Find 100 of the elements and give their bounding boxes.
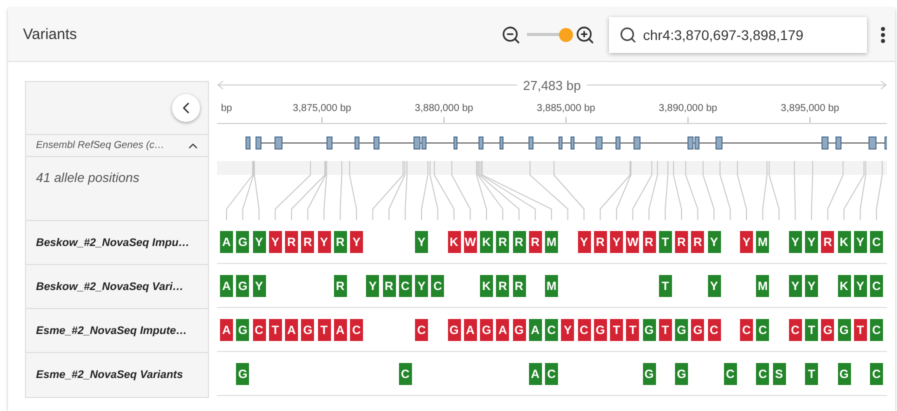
allele-cell: R xyxy=(691,230,704,252)
allele-cell: G xyxy=(838,318,850,340)
allele-cell: G xyxy=(642,362,656,384)
allele-cell: Y xyxy=(252,230,266,252)
allele-cell: R xyxy=(594,230,607,252)
more-menu-button[interactable] xyxy=(881,26,885,42)
allele-cell: Y xyxy=(740,230,753,252)
allele-cell: A xyxy=(220,274,233,296)
allele-cell: C xyxy=(545,362,558,384)
allele-cell: C xyxy=(398,274,412,296)
allele-cell: C xyxy=(545,318,558,340)
allele-cell: Y xyxy=(854,274,867,296)
panel-title: Variants xyxy=(23,26,78,43)
allele-cell: Y xyxy=(561,318,574,340)
allele-cell: G xyxy=(512,318,526,340)
allele-cell: R xyxy=(382,274,396,296)
allele-cell: R xyxy=(496,230,510,252)
slider-thumb[interactable] xyxy=(559,28,573,42)
allele-cell: A xyxy=(334,318,347,340)
allele-cell: A xyxy=(528,318,542,340)
allele-cell: G xyxy=(236,274,250,296)
allele-cell: R xyxy=(675,230,688,252)
allele-cell: C xyxy=(350,318,363,340)
allele-cell: C xyxy=(431,274,444,296)
allele-cell: C xyxy=(740,318,753,340)
allele-cell: Y xyxy=(268,230,282,252)
collapse-button[interactable] xyxy=(172,94,200,122)
allele-cell: K xyxy=(448,230,460,252)
allele-cell: G xyxy=(236,318,250,340)
allele-cell: R xyxy=(528,230,542,252)
allele-cell: T xyxy=(626,318,640,340)
allele-cell: K xyxy=(480,230,493,252)
allele-cell: R xyxy=(642,230,656,252)
allele-cell: Y xyxy=(805,230,818,252)
allele-cell: A xyxy=(496,318,510,340)
allele-cell: G xyxy=(642,318,656,340)
allele-cell: C xyxy=(870,318,883,340)
allele-cell: C xyxy=(756,318,770,340)
allele-cell: M xyxy=(545,274,558,296)
ruler-label: 3,885,000 bp xyxy=(536,103,596,114)
zoom-out-button[interactable] xyxy=(501,24,521,44)
allele-cell: Y xyxy=(788,274,802,296)
allele-cell: A xyxy=(220,318,233,340)
location-search-field[interactable]: chr4:3,870,697-3,898,179 xyxy=(609,16,867,52)
allele-cell: T xyxy=(658,274,672,296)
allele-cell: W xyxy=(464,230,477,252)
allele-cell: Y xyxy=(252,274,266,296)
allele-cell: S xyxy=(772,362,786,384)
allele-cell: C xyxy=(578,318,590,340)
allele-cell: G xyxy=(301,318,314,340)
allele-cell: T xyxy=(318,318,330,340)
allele-cell: T xyxy=(658,230,672,252)
allele-cell: Y xyxy=(805,274,818,296)
allele-cell: C xyxy=(788,318,802,340)
allele-cell: T xyxy=(854,318,867,340)
track-label: Ensembl RefSeq Genes (c… xyxy=(36,140,164,151)
allele-cell: M xyxy=(545,230,558,252)
allele-cell: Y xyxy=(854,230,867,252)
allele-cell: G xyxy=(448,318,460,340)
allele-cell: Y xyxy=(708,230,720,252)
allele-cell: G xyxy=(821,318,834,340)
allele-cell: R xyxy=(334,274,347,296)
allele-cell: K xyxy=(838,274,850,296)
ruler-label: bp xyxy=(221,103,232,114)
allele-cell: K xyxy=(838,230,850,252)
ruler-label: 3,890,000 bp xyxy=(658,103,718,114)
allele-cell: R xyxy=(285,230,298,252)
allele-cell: C xyxy=(415,318,428,340)
allele-cell: R xyxy=(512,230,526,252)
allele-cell: A xyxy=(285,318,298,340)
allele-cell: G xyxy=(838,362,850,384)
span-length-label: 27,483 bp xyxy=(523,78,581,92)
allele-cell: A xyxy=(528,362,542,384)
ruler-label: 3,875,000 bp xyxy=(292,103,352,114)
allele-cell: R xyxy=(821,230,834,252)
allele-cell: T xyxy=(658,318,672,340)
allele-cell: Y xyxy=(578,230,590,252)
allele-cell: G xyxy=(594,318,607,340)
search-icon xyxy=(619,26,637,44)
allele-cell: Y xyxy=(415,230,428,252)
allele-cell: C xyxy=(398,362,412,384)
allele-cell: R xyxy=(301,230,314,252)
allele-cell: Y xyxy=(350,230,363,252)
allele-cell: W xyxy=(626,230,640,252)
allele-cell: Y xyxy=(366,274,380,296)
zoom-in-button[interactable] xyxy=(575,24,595,44)
allele-count-label: 41 allele positions xyxy=(36,170,140,185)
allele-cell: T xyxy=(805,318,818,340)
allele-cell: R xyxy=(512,274,526,296)
allele-cell: Y xyxy=(318,230,330,252)
allele-cell: R xyxy=(496,274,510,296)
allele-cell: M xyxy=(756,230,770,252)
allele-cell: M xyxy=(756,274,770,296)
allele-cell: G xyxy=(236,362,250,384)
allele-cell: A xyxy=(220,230,233,252)
sample-label: Beskow_#2_NovaSeq Vari… xyxy=(36,280,184,292)
allele-cell: T xyxy=(610,318,623,340)
allele-cell: C xyxy=(708,318,720,340)
ruler-label: 3,880,000 bp xyxy=(414,103,474,114)
allele-cell: A xyxy=(464,318,477,340)
